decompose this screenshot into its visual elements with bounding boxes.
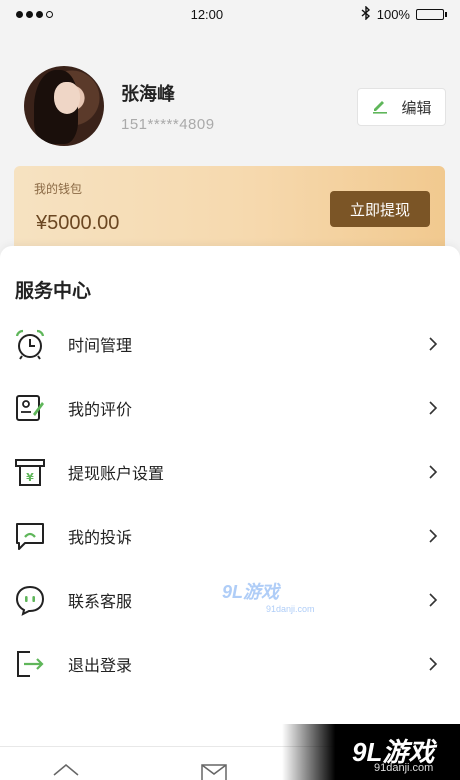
edit-profile-button[interactable]: 编辑 xyxy=(357,88,446,126)
menu-item-time-management[interactable]: 时间管理 xyxy=(0,316,460,372)
menu-item-my-complaints[interactable]: 我的投诉 xyxy=(0,508,460,564)
menu-label: 我的评价 xyxy=(68,402,133,419)
watermark-url: 91danji.com xyxy=(266,604,315,614)
chevron-right-icon xyxy=(428,464,438,480)
logout-icon xyxy=(14,648,46,680)
battery-icon xyxy=(415,8,447,20)
menu-item-logout[interactable]: 退出登录 xyxy=(0,636,460,692)
withdraw-button[interactable]: 立即提现 xyxy=(330,191,430,227)
service-center-panel: 服务中心 时间管理 我的评价 ¥ 提现账户设置 我的投诉 联系客服 退出登录 xyxy=(0,246,460,746)
withdraw-account-icon: ¥ xyxy=(14,456,46,488)
pencil-icon xyxy=(371,96,389,118)
wallet-card: 我的钱包 ¥5000.00 立即提现 xyxy=(14,166,445,256)
watermark-corner-url: 91danji.com xyxy=(374,762,434,774)
service-center-title: 服务中心 xyxy=(15,281,92,302)
svg-text:¥: ¥ xyxy=(26,471,34,484)
complaint-icon xyxy=(14,520,46,552)
customer-service-icon xyxy=(14,584,46,616)
signal-strength-icon xyxy=(16,10,53,18)
watermark-logo: 9L游戏 91danji.com xyxy=(222,582,315,614)
message-icon[interactable] xyxy=(200,761,228,780)
chevron-right-icon xyxy=(428,592,438,608)
avatar[interactable] xyxy=(24,66,104,146)
edit-label: 编辑 xyxy=(401,99,432,117)
chevron-right-icon xyxy=(428,656,438,672)
watermark-text: 游戏 xyxy=(243,582,280,602)
alarm-clock-icon xyxy=(14,328,46,360)
watermark-corner: 9L游戏 91danji.com xyxy=(282,724,460,780)
chevron-right-icon xyxy=(428,336,438,352)
profile-header: 张海峰 151*****4809 编辑 xyxy=(0,58,460,158)
menu-item-withdraw-account[interactable]: ¥ 提现账户设置 xyxy=(0,444,460,500)
menu-label: 联系客服 xyxy=(68,594,133,611)
bluetooth-icon xyxy=(361,4,371,23)
wallet-label: 我的钱包 xyxy=(34,182,83,196)
menu-item-my-reviews[interactable]: 我的评价 xyxy=(0,380,460,436)
chevron-right-icon xyxy=(428,400,438,416)
profile-phone: 151*****4809 xyxy=(121,116,215,133)
menu-label: 提现账户设置 xyxy=(68,466,165,483)
status-time: 12:00 xyxy=(190,6,224,22)
menu-label: 退出登录 xyxy=(68,658,133,675)
wallet-balance: ¥5000.00 xyxy=(36,212,120,234)
menu-label: 我的投诉 xyxy=(68,530,133,547)
home-icon[interactable] xyxy=(52,761,80,780)
chevron-right-icon xyxy=(428,528,438,544)
battery-percent: 100% xyxy=(376,6,410,22)
menu-label: 时间管理 xyxy=(68,338,133,355)
review-icon xyxy=(14,392,46,424)
status-bar: 12:00 100% xyxy=(0,0,460,28)
profile-name: 张海峰 xyxy=(121,84,175,104)
